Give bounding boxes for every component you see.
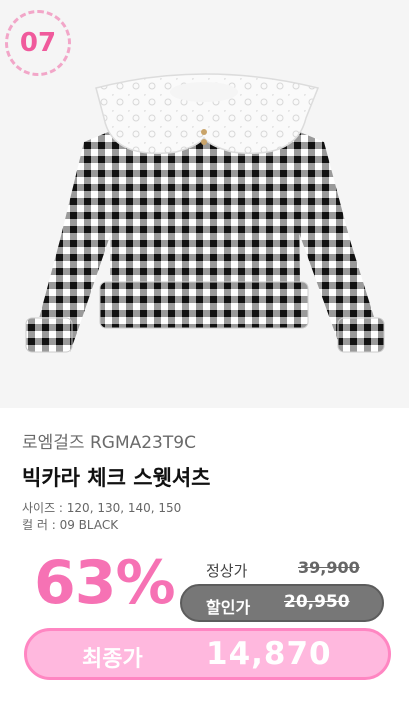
- discount-rate: 63%: [34, 548, 176, 618]
- size-info: 사이즈 : 120, 130, 140, 150: [22, 501, 182, 515]
- product-name[interactable]: 빅카라 체크 스웻셔츠: [22, 462, 387, 492]
- brand-model: 로엠걸즈 RGMA23T9C: [22, 433, 196, 453]
- product-info: 로엠걸즈 RGMA23T9C 빅카라 체크 스웻셔츠 사이즈 : 120, 13…: [22, 428, 387, 534]
- regular-price-label: 정상가: [206, 562, 248, 580]
- product-card[interactable]: 07 로엠걸즈 RGMA23T9C 빅카라 체크 스웻셔츠 사이즈: 120,…: [0, 0, 409, 714]
- final-price: 14,870: [206, 636, 332, 672]
- sale-price: 20,950: [284, 592, 350, 612]
- color-info: 컬 러 : 09 BLACK: [22, 518, 119, 532]
- sale-price-label: 할인가: [206, 598, 251, 617]
- final-price-label: 최종가: [82, 647, 143, 672]
- product-image-area[interactable]: 07: [0, 0, 409, 408]
- waistband: [99, 281, 309, 329]
- product-image: [25, 73, 385, 353]
- regular-price: 39,900: [298, 558, 360, 577]
